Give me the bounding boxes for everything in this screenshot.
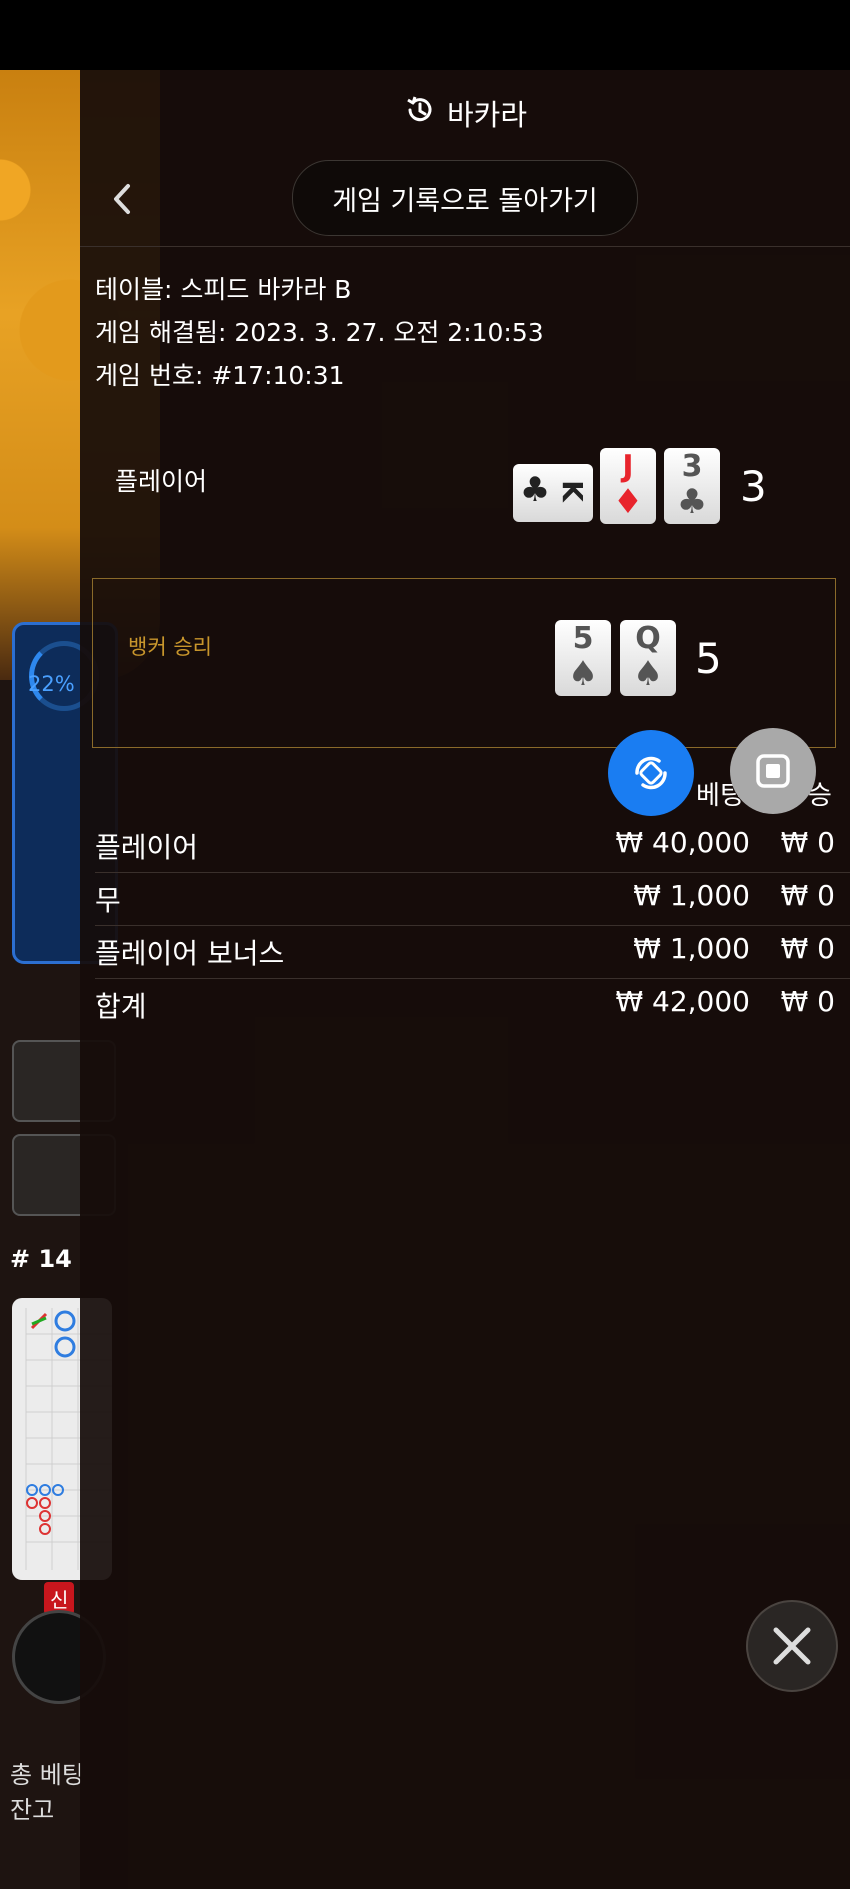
panel-header: 바카라: [80, 92, 850, 134]
banker-win-label: 뱅커 승리: [128, 635, 212, 659]
player-card-3: 3 ♣: [664, 448, 720, 524]
bet-row-player-bonus: 플레이어 보너스 ₩ 1,000 ₩ 0: [95, 926, 850, 979]
back-to-history-button[interactable]: 게임 기록으로 돌아가기: [292, 160, 638, 236]
status-bar: [0, 0, 850, 70]
square-icon: [756, 754, 790, 788]
player-score: 3: [740, 462, 767, 511]
banker-result-box: 뱅커 승리: [92, 578, 836, 748]
history-icon: [403, 93, 437, 134]
close-button[interactable]: [746, 1600, 838, 1692]
resolved-time: 게임 해결됨: 2023. 3. 27. 오전 2:10:53: [95, 318, 544, 347]
timer-percent: 22%: [28, 672, 75, 696]
total-bet-label: 총 베팅: [10, 1761, 84, 1789]
balance-label: 잔고: [10, 1796, 55, 1824]
round-number: # 14: [10, 1245, 72, 1273]
bet-row-player: 플레이어 ₩ 40,000 ₩ 0: [95, 820, 850, 873]
close-icon: [773, 1627, 811, 1665]
banker-score: 5: [695, 634, 722, 683]
player-card-2: J ♦: [600, 448, 656, 524]
panel-title: 바카라: [446, 98, 528, 132]
game-number: 게임 번호: #17:10:31: [95, 361, 345, 390]
table-info: 테이블: 스피드 바카라 B: [95, 275, 352, 304]
rotate-screen-button[interactable]: [608, 730, 694, 816]
rotate-icon: [635, 756, 667, 790]
player-card-1: K ♣: [513, 464, 593, 522]
banker-card-2: Q ♠: [620, 620, 676, 696]
player-hand-label: 플레이어: [115, 467, 208, 496]
bet-row-tie: 무 ₩ 1,000 ₩ 0: [95, 873, 850, 926]
back-chevron-icon[interactable]: [110, 182, 134, 225]
bet-row-total: 합계 ₩ 42,000 ₩ 0: [95, 985, 835, 1023]
banker-card-1: 5 ♠: [555, 620, 611, 696]
game-history-panel: 바카라 게임 기록으로 돌아가기 테이블: 스피드 바카라 B 게임 해결됨: …: [80, 70, 850, 1889]
minimize-button[interactable]: [730, 728, 816, 814]
divider: [80, 246, 850, 247]
